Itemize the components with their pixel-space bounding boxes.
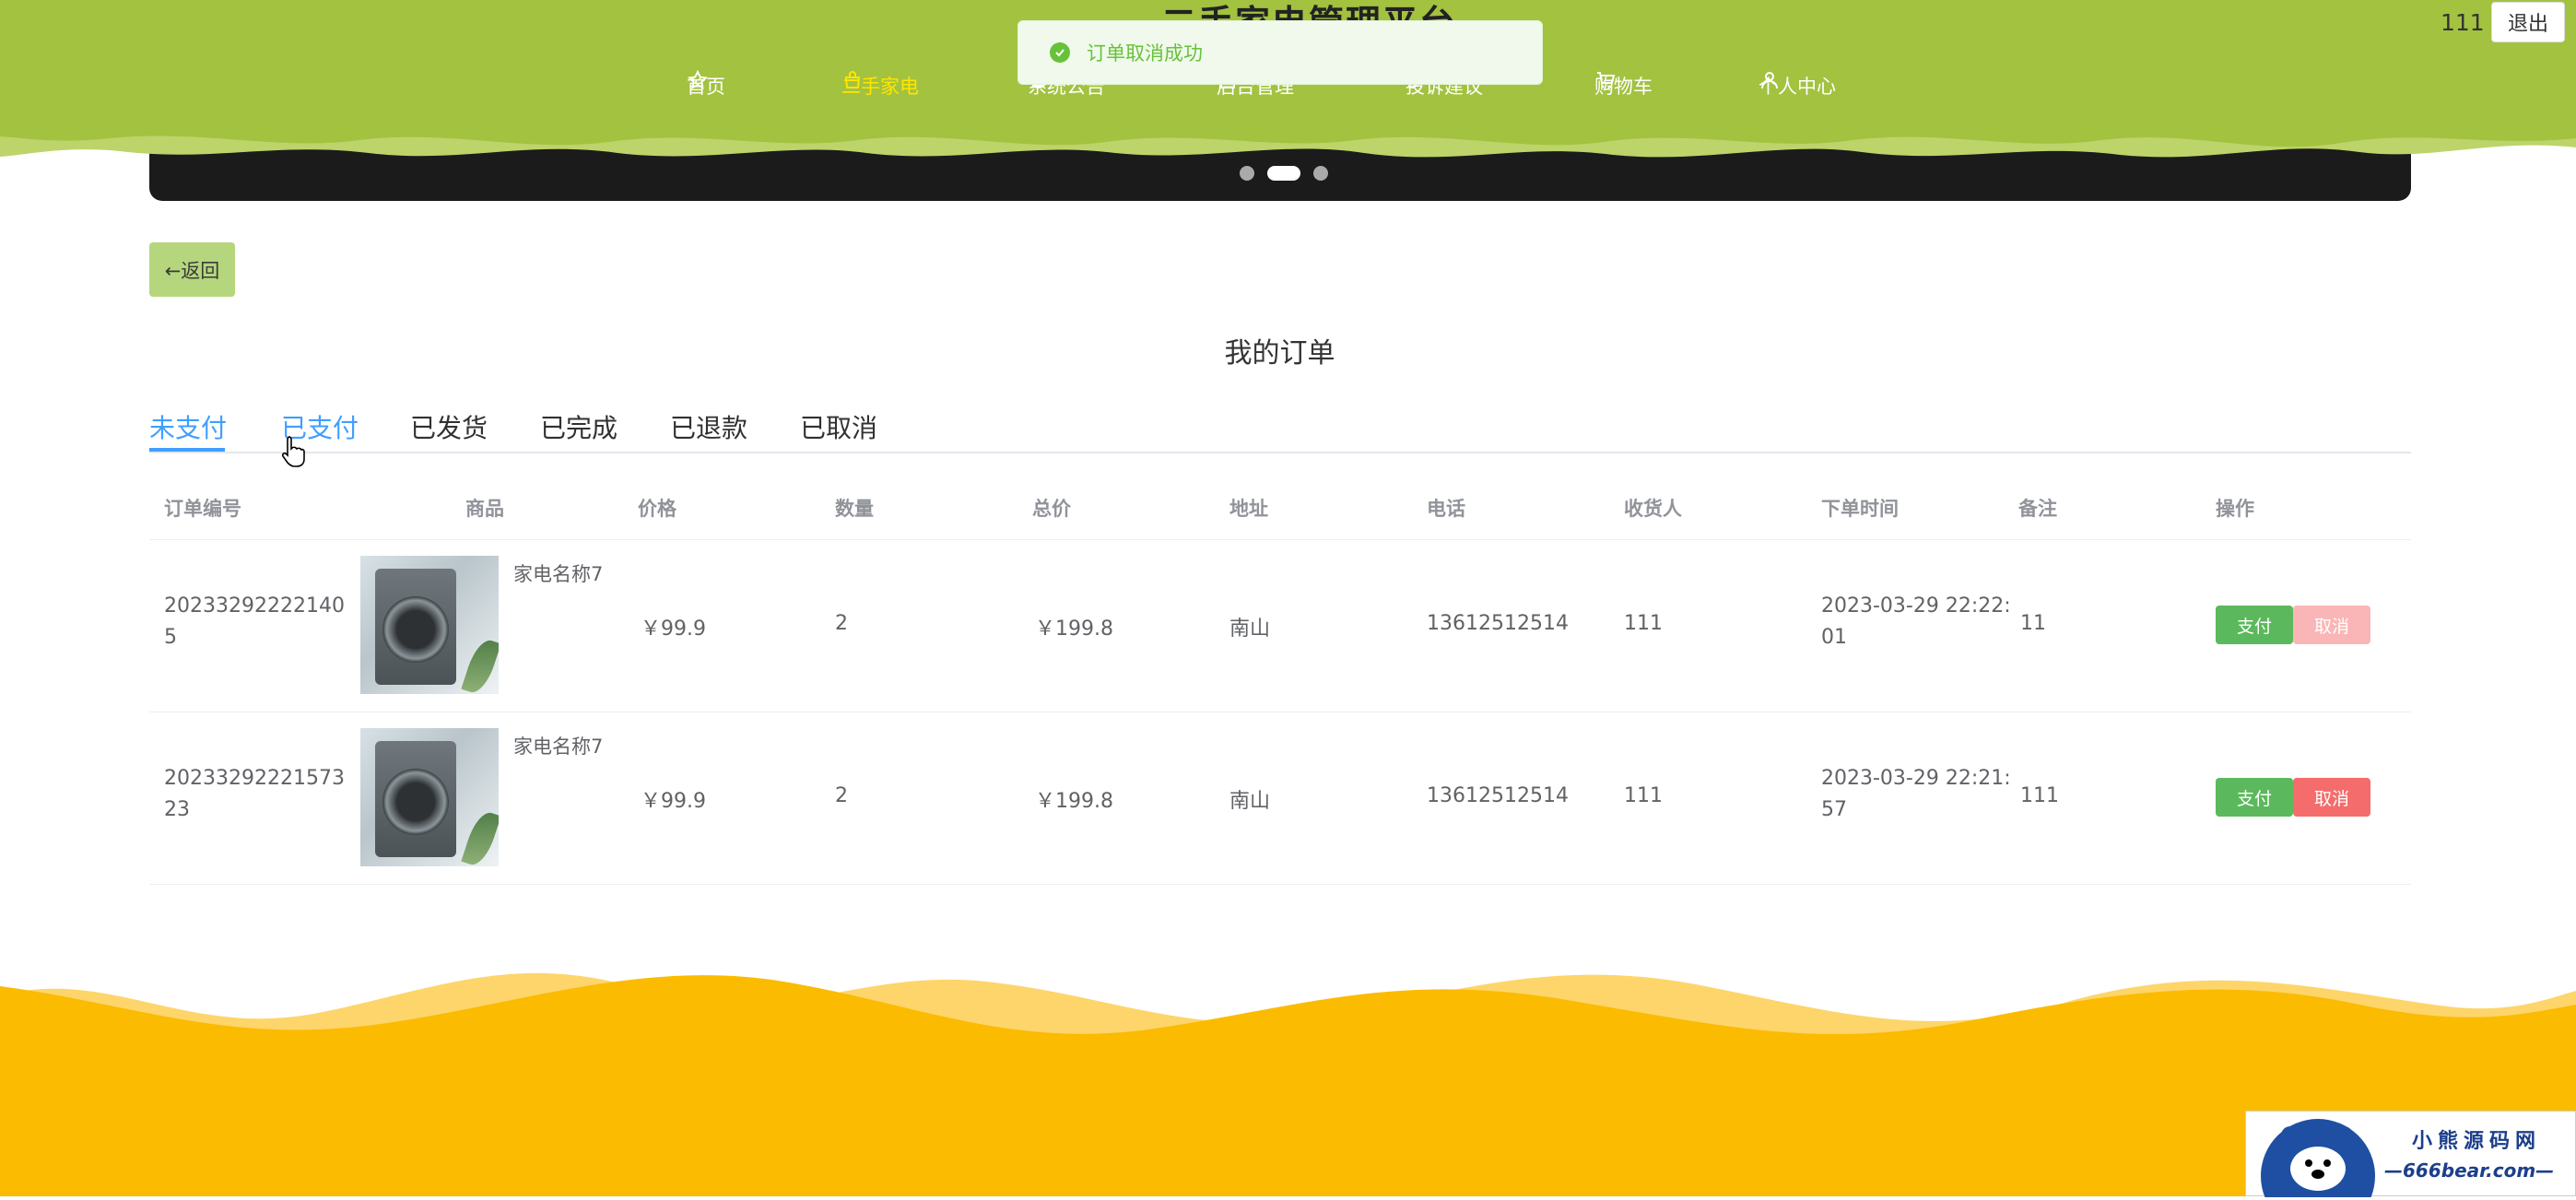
phone: 13612512514 <box>1427 612 1569 635</box>
cancel-button[interactable]: 取消 <box>2293 606 2370 644</box>
col-order-no: 订单编号 <box>164 498 241 520</box>
total: ￥199.8 <box>1035 618 1113 641</box>
col-total: 总价 <box>1032 498 1071 520</box>
order-time-cont: 01 <box>1821 626 1847 649</box>
col-product: 商品 <box>465 498 504 520</box>
col-address: 地址 <box>1229 498 1268 520</box>
col-phone: 电话 <box>1427 498 1465 520</box>
receiver: 111 <box>1624 612 1663 635</box>
watermark-title: 小熊源码网 <box>2412 1130 2542 1153</box>
product-name: 家电名称7 <box>513 563 604 585</box>
nav-item-home[interactable]: 首页 <box>687 69 725 102</box>
price: ￥99.9 <box>641 618 706 641</box>
table-row: 20233292221573 23 家电名称7 ￥99.9 2 ￥199.8 南… <box>149 712 2411 885</box>
col-actions: 操作 <box>2216 498 2254 520</box>
address: 南山 <box>1229 618 1271 641</box>
col-remark: 备注 <box>2018 498 2057 520</box>
product-name: 家电名称7 <box>513 735 604 758</box>
nav-item-appliances[interactable]: 二手家电 <box>841 69 919 102</box>
bear-logo-icon <box>2261 1119 2375 1197</box>
order-time: 2023-03-29 22:21: <box>1821 767 2011 790</box>
receiver: 111 <box>1624 784 1663 807</box>
col-price: 价格 <box>638 498 676 520</box>
cart-icon <box>1597 72 1616 88</box>
check-circle-icon <box>1050 42 1070 63</box>
watermark-subtitle: —666bear.com— <box>2384 1159 2555 1182</box>
active-tab-indicator <box>149 448 225 452</box>
star-icon <box>688 69 708 89</box>
col-receiver: 收货人 <box>1624 498 1682 520</box>
order-no-cont: 23 <box>164 798 190 821</box>
remark: 111 <box>2020 784 2059 807</box>
bag-icon <box>844 71 861 88</box>
col-quantity: 数量 <box>835 498 874 520</box>
orders-table-header: 订单编号 商品 价格 数量 总价 地址 电话 收货人 下单时间 备注 操作 <box>149 479 2411 540</box>
tab-unpaid[interactable]: 未支付 <box>149 408 227 445</box>
phone: 13612512514 <box>1427 784 1569 807</box>
tab-completed[interactable]: 已完成 <box>540 408 618 445</box>
cancel-button[interactable]: 取消 <box>2293 778 2370 817</box>
order-status-tabs: 未支付 已支付 已发货 已完成 已退款 已取消 <box>149 406 2411 453</box>
tab-cancelled[interactable]: 已取消 <box>800 408 877 445</box>
footer-wave-background <box>0 949 2576 1196</box>
order-no: 20233292221573 <box>164 767 345 790</box>
pay-button[interactable]: 支付 <box>2216 606 2293 644</box>
tab-refunded[interactable]: 已退款 <box>670 408 747 445</box>
pay-button[interactable]: 支付 <box>2216 778 2293 817</box>
toast-message: 订单取消成功 <box>1087 42 1203 65</box>
col-order-time: 下单时间 <box>1821 498 1899 520</box>
nav-item-cart[interactable]: 购物车 <box>1594 69 1653 102</box>
quantity: 2 <box>835 784 848 807</box>
address: 南山 <box>1229 790 1271 813</box>
product-image[interactable] <box>360 556 499 694</box>
order-time: 2023-03-29 22:22: <box>1821 594 2011 618</box>
table-row: 20233292222140 5 家电名称7 ￥99.9 2 ￥199.8 南山… <box>149 539 2411 712</box>
watermark-logo: 小熊源码网 —666bear.com— <box>2245 1111 2576 1197</box>
order-no-cont: 5 <box>164 626 177 649</box>
order-no: 20233292222140 <box>164 594 345 618</box>
total: ￥199.8 <box>1035 790 1113 813</box>
page-title: 我的订单 <box>1224 337 1335 370</box>
logout-button[interactable]: 退出 <box>2491 2 2565 42</box>
hand-cursor-icon <box>281 436 305 467</box>
success-toast: 订单取消成功 <box>1017 20 1543 85</box>
nav-item-profile[interactable]: 个人中心 <box>1759 69 1836 102</box>
price: ￥99.9 <box>641 790 706 813</box>
back-button[interactable]: ←返回 <box>149 242 235 297</box>
quantity: 2 <box>835 612 848 635</box>
tab-shipped[interactable]: 已发货 <box>410 408 488 445</box>
remark: 11 <box>2020 612 2046 635</box>
product-image[interactable] <box>360 728 499 866</box>
user-icon <box>1761 72 1778 89</box>
user-name: 111 <box>2441 9 2485 36</box>
order-time-cont: 57 <box>1821 798 1847 821</box>
